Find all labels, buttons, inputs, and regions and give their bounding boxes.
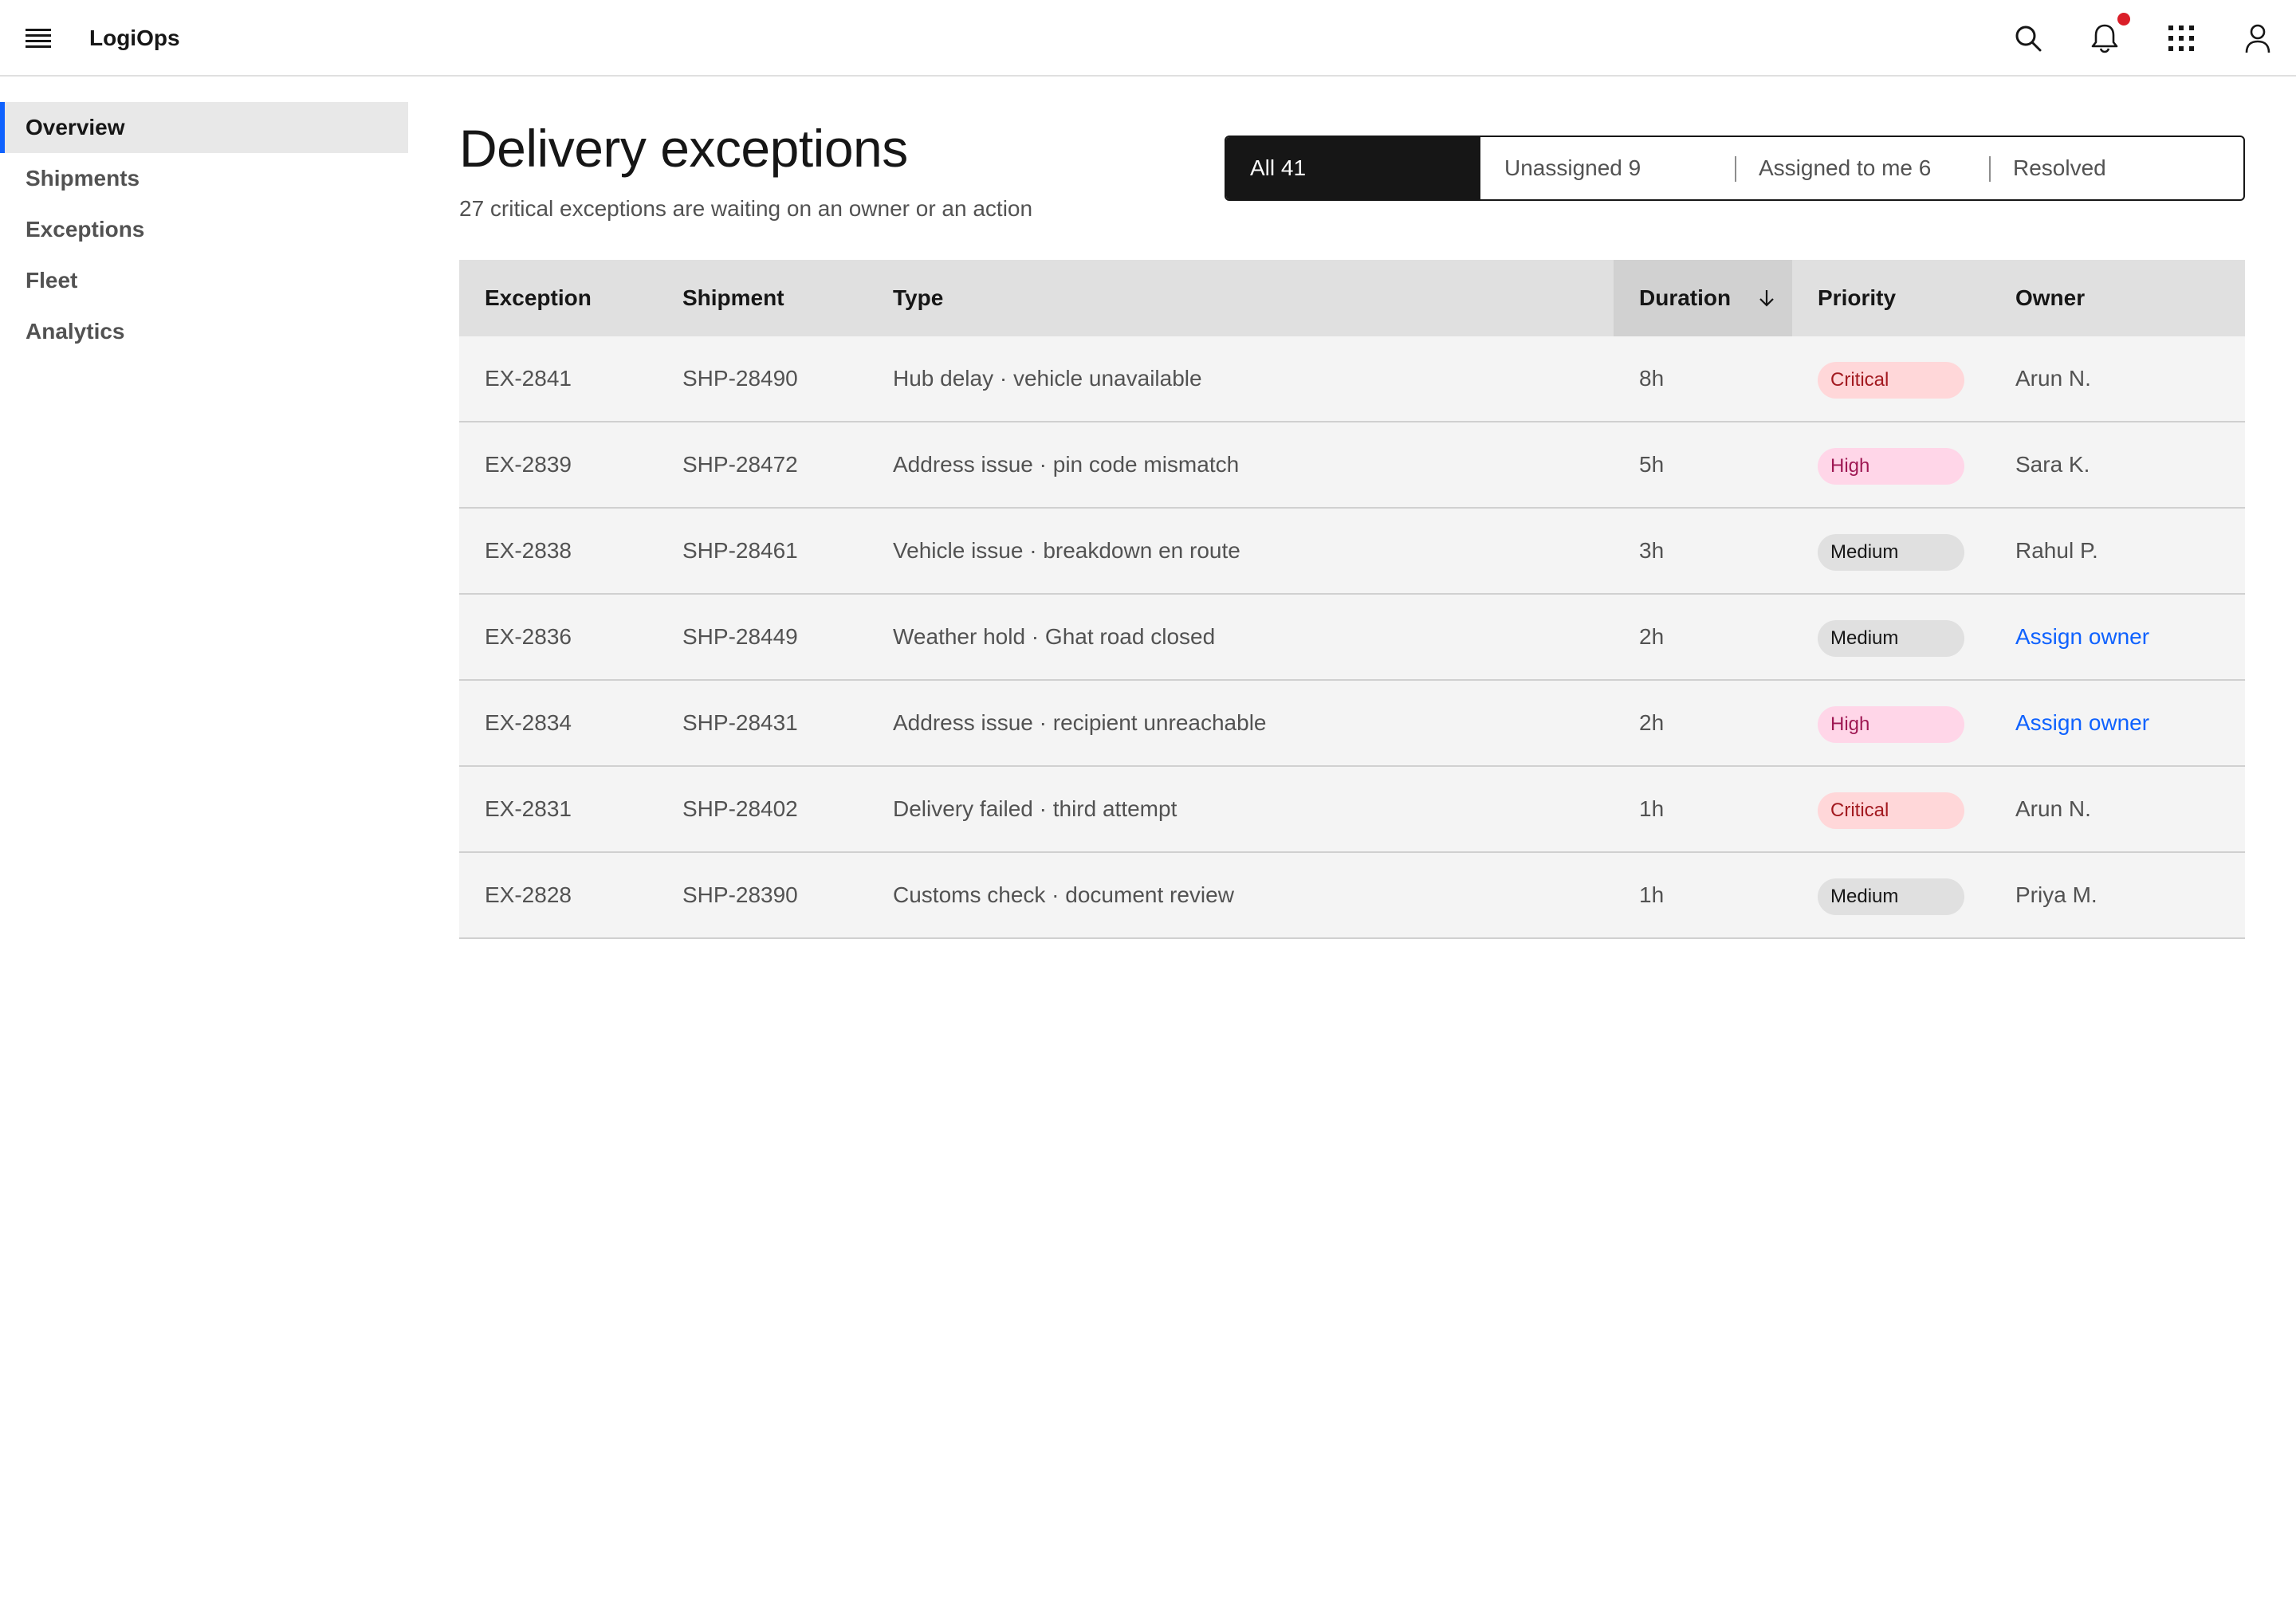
- tab-unassigned-label: Unassigned 9: [1504, 155, 1641, 180]
- cell-exception: EX-2839: [485, 452, 572, 477]
- tab-divider: [1989, 156, 1991, 182]
- cell-owner: Priya M.: [2015, 882, 2097, 907]
- priority-tag: Medium: [1818, 534, 1964, 571]
- table-row[interactable]: EX-2828 SHP-28390 Customs check · docume…: [459, 853, 2245, 939]
- cell-duration: 2h: [1639, 710, 1665, 735]
- cell-exception: EX-2831: [485, 796, 572, 821]
- cell-type: Weather hold · Ghat road closed: [893, 624, 1216, 649]
- table-row[interactable]: EX-2836 SHP-28449 Weather hold · Ghat ro…: [459, 595, 2245, 681]
- table-row[interactable]: EX-2839 SHP-28472 Address issue · pin co…: [459, 422, 2245, 509]
- sort-descending-icon: [1759, 290, 1774, 307]
- cell-shipment: SHP-28431: [682, 710, 798, 735]
- app-switcher-icon[interactable]: [2159, 16, 2204, 61]
- cell-shipment: SHP-28472: [682, 452, 798, 477]
- cell-duration: 2h: [1639, 624, 1665, 649]
- cell-exception: EX-2838: [485, 538, 572, 563]
- col-header-duration[interactable]: Duration: [1614, 260, 1792, 336]
- sidebar-item-analytics[interactable]: Analytics: [0, 306, 408, 357]
- col-header-exception[interactable]: Exception: [485, 260, 592, 336]
- col-header-shipment[interactable]: Shipment: [682, 260, 784, 336]
- menu-icon[interactable]: [18, 19, 59, 57]
- cell-duration: 3h: [1639, 538, 1665, 563]
- search-icon[interactable]: [2006, 16, 2050, 61]
- tab-assigned-label: Assigned to me 6: [1759, 155, 1932, 180]
- cell-shipment: SHP-28461: [682, 538, 798, 563]
- page-title: Delivery exceptions: [459, 119, 908, 178]
- app-name[interactable]: LogiOps: [89, 0, 180, 77]
- priority-tag: Medium: [1818, 878, 1964, 915]
- table-header: Exception Shipment Type Duration Priorit…: [459, 260, 2245, 336]
- cell-exception: EX-2836: [485, 624, 572, 649]
- exceptions-table: Exception Shipment Type Duration Priorit…: [459, 260, 2245, 939]
- notification-badge: [2117, 13, 2130, 26]
- cell-exception: EX-2834: [485, 710, 572, 735]
- cell-type: Hub delay · vehicle unavailable: [893, 366, 1202, 391]
- cell-duration: 8h: [1639, 366, 1665, 391]
- priority-tag: Medium: [1818, 620, 1964, 657]
- cell-owner: Sara K.: [2015, 452, 2090, 477]
- cell-type: Vehicle issue · breakdown en route: [893, 538, 1240, 563]
- cell-owner: Rahul P.: [2015, 538, 2098, 563]
- cell-type: Delivery failed · third attempt: [893, 796, 1177, 821]
- table-row[interactable]: EX-2831 SHP-28402 Delivery failed · thir…: [459, 767, 2245, 853]
- col-header-owner[interactable]: Owner: [2015, 260, 2085, 336]
- sidebar-item-shipments[interactable]: Shipments: [0, 153, 408, 204]
- sidebar-nav: Overview Shipments Exceptions Fleet Anal…: [0, 77, 408, 1607]
- cell-duration: 1h: [1639, 796, 1665, 821]
- top-header: LogiOps: [0, 0, 2296, 77]
- tab-resolved[interactable]: Resolved: [1989, 137, 2243, 199]
- cell-duration: 1h: [1639, 882, 1665, 907]
- tab-assigned-to-me[interactable]: Assigned to me 6: [1735, 137, 1989, 199]
- col-header-type[interactable]: Type: [893, 260, 943, 336]
- table-row[interactable]: EX-2834 SHP-28431 Address issue · recipi…: [459, 681, 2245, 767]
- tab-divider: [1735, 156, 1736, 182]
- table-row[interactable]: EX-2838 SHP-28461 Vehicle issue · breakd…: [459, 509, 2245, 595]
- cell-exception: EX-2828: [485, 882, 572, 907]
- cell-duration: 5h: [1639, 452, 1665, 477]
- table-row[interactable]: EX-2841 SHP-28490 Hub delay · vehicle un…: [459, 336, 2245, 422]
- cell-shipment: SHP-28402: [682, 796, 798, 821]
- user-icon[interactable]: [2235, 16, 2280, 61]
- sidebar-item-overview[interactable]: Overview: [0, 102, 408, 153]
- tab-resolved-label: Resolved: [2013, 155, 2106, 180]
- priority-tag: High: [1818, 448, 1964, 485]
- tab-all[interactable]: All 41: [1226, 137, 1480, 199]
- cell-shipment: SHP-28490: [682, 366, 798, 391]
- cell-shipment: SHP-28390: [682, 882, 798, 907]
- sidebar-item-fleet[interactable]: Fleet: [0, 255, 408, 306]
- assign-owner-link[interactable]: Assign owner: [2015, 595, 2149, 679]
- priority-tag: Critical: [1818, 792, 1964, 829]
- cell-type: Address issue · recipient unreachable: [893, 710, 1267, 735]
- priority-tag: High: [1818, 706, 1964, 743]
- cell-owner: Arun N.: [2015, 796, 2091, 821]
- priority-tag: Critical: [1818, 362, 1964, 399]
- cell-type: Customs check · document review: [893, 882, 1234, 907]
- cell-type: Address issue · pin code mismatch: [893, 452, 1240, 477]
- page-subtitle: 27 critical exceptions are waiting on an…: [459, 196, 1033, 221]
- cell-exception: EX-2841: [485, 366, 572, 391]
- assign-owner-link[interactable]: Assign owner: [2015, 681, 2149, 765]
- tab-unassigned[interactable]: Unassigned 9: [1480, 137, 1735, 199]
- col-header-priority[interactable]: Priority: [1818, 260, 1896, 336]
- cell-shipment: SHP-28449: [682, 624, 798, 649]
- col-header-duration-label: Duration: [1639, 285, 1732, 310]
- sidebar-item-exceptions[interactable]: Exceptions: [0, 204, 408, 255]
- cell-owner: Arun N.: [2015, 366, 2091, 391]
- filter-tabs: All 41 Unassigned 9 Assigned to me 6 Res…: [1225, 136, 2245, 201]
